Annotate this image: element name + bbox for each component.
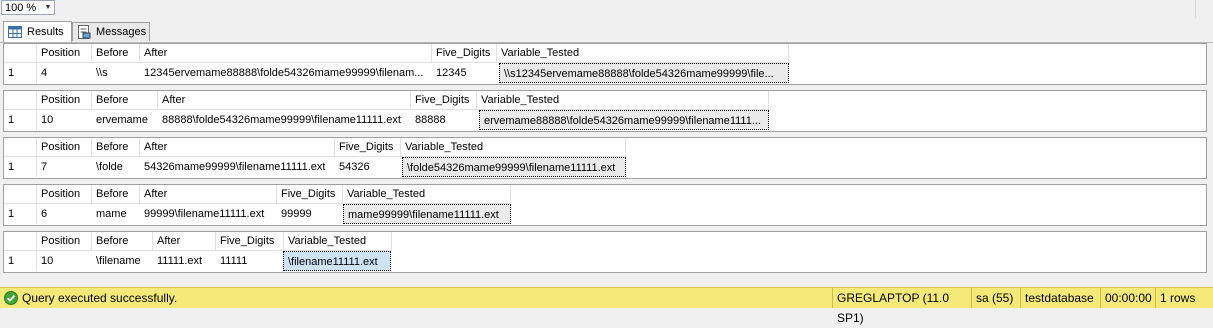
tab-messages[interactable]: Messages bbox=[72, 22, 150, 41]
status-elapsed: 00:00:00 bbox=[1100, 288, 1155, 308]
grid-cell[interactable]: 88888 bbox=[411, 110, 477, 130]
grid-cell[interactable]: 99999 bbox=[277, 204, 343, 224]
result-grid-1[interactable]: Position Before After Five_Digits Variab… bbox=[3, 43, 1207, 85]
column-header[interactable]: After bbox=[140, 138, 335, 157]
column-header[interactable]: Position bbox=[37, 91, 92, 110]
column-header[interactable]: After bbox=[153, 232, 216, 251]
column-header[interactable]: Before bbox=[92, 44, 140, 63]
results-pane: Position Before After Five_Digits Variab… bbox=[3, 43, 1210, 279]
column-header[interactable]: After bbox=[158, 91, 411, 110]
column-header[interactable]: Five_Digits bbox=[335, 138, 401, 157]
result-grid-3[interactable]: Position Before After Five_Digits Variab… bbox=[3, 137, 1207, 179]
status-server: GREGLAPTOP (11.0 SP1) bbox=[832, 288, 971, 325]
column-header[interactable]: Five_Digits bbox=[432, 44, 497, 63]
status-message: Query executed successfully. bbox=[22, 291, 178, 305]
grid-cell[interactable]: \\s bbox=[92, 63, 140, 83]
grid-cell[interactable]: 54326 bbox=[335, 157, 401, 177]
grid-cell[interactable]: 11111 bbox=[216, 251, 284, 271]
tab-messages-label: Messages bbox=[96, 26, 147, 38]
column-header[interactable]: Position bbox=[37, 44, 92, 63]
column-header[interactable]: Position bbox=[37, 185, 92, 204]
selected-grid-cell[interactable]: mame99999\filename11111.ext bbox=[343, 204, 511, 224]
row-number[interactable]: 1 bbox=[4, 204, 37, 224]
column-header[interactable]: Variable_Tested bbox=[497, 44, 789, 63]
results-toolbar: 100 % ▼ bbox=[0, 0, 1213, 18]
status-rows: 1 rows bbox=[1155, 288, 1213, 308]
row-number[interactable]: 1 bbox=[4, 63, 37, 83]
column-header[interactable]: Variable_Tested bbox=[284, 232, 392, 251]
grid-cell[interactable]: 12345ervemame88888\folde54326mame99999\f… bbox=[140, 63, 432, 83]
result-tabs: Results Messages bbox=[0, 18, 1213, 43]
column-header[interactable]: Variable_Tested bbox=[401, 138, 626, 157]
column-header[interactable]: Five_Digits bbox=[216, 232, 284, 251]
messages-icon bbox=[78, 25, 91, 39]
row-header-corner bbox=[4, 185, 37, 204]
row-header-corner bbox=[4, 138, 37, 157]
column-header[interactable]: Position bbox=[37, 138, 92, 157]
grid-cell[interactable]: 12345 bbox=[432, 63, 497, 83]
grid-cell[interactable]: 10 bbox=[37, 110, 92, 130]
column-header[interactable]: Variable_Tested bbox=[343, 185, 511, 204]
column-header[interactable]: Five_Digits bbox=[411, 91, 477, 110]
grid-cell[interactable]: 54326mame99999\filename11111.ext bbox=[140, 157, 335, 177]
result-grid-4[interactable]: Position Before After Five_Digits Variab… bbox=[3, 184, 1207, 226]
grid-cell[interactable]: mame bbox=[92, 204, 140, 224]
column-header[interactable]: Position bbox=[37, 232, 92, 251]
status-bar: Query executed successfully. GREGLAPTOP … bbox=[0, 287, 1213, 325]
zoom-value: 100 % bbox=[5, 2, 37, 14]
grid-cell[interactable]: 88888\folde54326mame99999\filename11111.… bbox=[158, 110, 411, 130]
status-database: testdatabase bbox=[1020, 288, 1100, 308]
grid-cell[interactable]: 6 bbox=[37, 204, 92, 224]
row-header-corner bbox=[4, 44, 37, 63]
grid-cell[interactable]: 99999\filename11111.ext bbox=[140, 204, 277, 224]
grid-cell[interactable]: 10 bbox=[37, 251, 92, 271]
column-header[interactable]: Before bbox=[92, 91, 158, 110]
tab-results[interactable]: Results bbox=[3, 21, 72, 42]
grid-cell[interactable]: 4 bbox=[37, 63, 92, 83]
grid-cell[interactable]: \folde bbox=[92, 157, 140, 177]
selected-grid-cell[interactable]: ervemame88888\folde54326mame99999\filena… bbox=[479, 110, 769, 130]
column-header[interactable]: Before bbox=[92, 185, 140, 204]
success-check-icon bbox=[4, 291, 18, 305]
row-number[interactable]: 1 bbox=[4, 251, 37, 271]
column-header[interactable]: Before bbox=[92, 232, 153, 251]
column-header[interactable]: Variable_Tested bbox=[477, 91, 769, 110]
zoom-select[interactable]: 100 % ▼ bbox=[1, 0, 55, 15]
selected-grid-cell[interactable]: \filename11111.ext bbox=[283, 251, 391, 271]
column-header[interactable]: Five_Digits bbox=[277, 185, 343, 204]
row-header-corner bbox=[4, 91, 37, 110]
selected-grid-cell[interactable]: \\s12345ervemame88888\folde54326mame9999… bbox=[499, 63, 789, 83]
status-user: sa (55) bbox=[971, 288, 1020, 308]
row-number[interactable]: 1 bbox=[4, 110, 37, 130]
grid-cell[interactable]: ervemame bbox=[92, 110, 158, 130]
column-header[interactable]: After bbox=[140, 185, 277, 204]
result-grid-5[interactable]: Position Before After Five_Digits Variab… bbox=[3, 231, 1207, 273]
grid-icon bbox=[8, 26, 22, 38]
grid-cell[interactable]: 11111.ext bbox=[153, 251, 216, 271]
selected-grid-cell[interactable]: \folde54326mame99999\filename11111.ext bbox=[402, 157, 626, 177]
result-grid-2[interactable]: Position Before After Five_Digits Variab… bbox=[3, 90, 1207, 132]
chevron-down-icon[interactable]: ▼ bbox=[42, 1, 54, 14]
tab-results-label: Results bbox=[27, 26, 64, 38]
grid-cell[interactable]: \filename bbox=[92, 251, 153, 271]
row-header-corner bbox=[4, 232, 37, 251]
grid-cell[interactable]: 7 bbox=[37, 157, 92, 177]
column-header[interactable]: Before bbox=[92, 138, 140, 157]
row-number[interactable]: 1 bbox=[4, 157, 37, 177]
column-header[interactable]: After bbox=[140, 44, 432, 63]
scrollbar-corner bbox=[1195, 0, 1213, 18]
